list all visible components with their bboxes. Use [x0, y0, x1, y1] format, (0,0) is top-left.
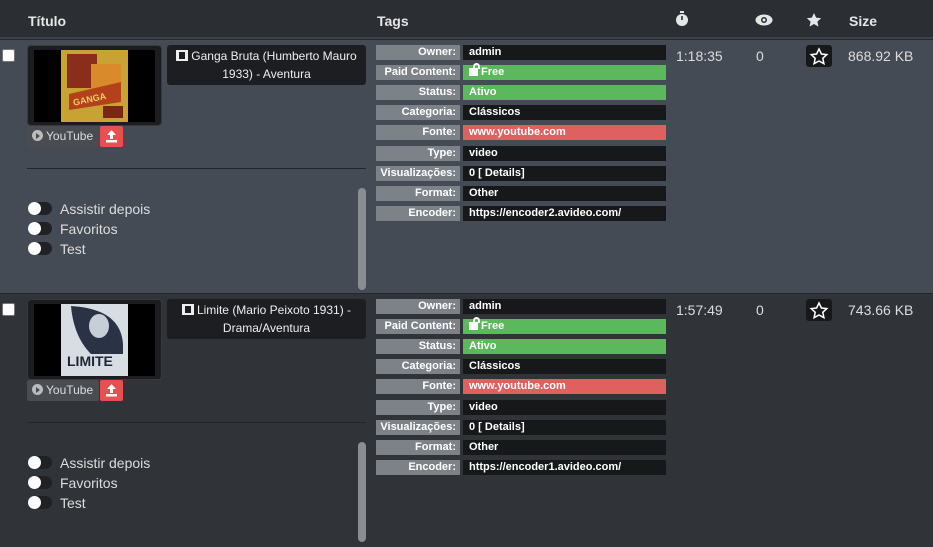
upload-icon [106, 384, 117, 397]
play-icon [32, 130, 43, 141]
column-title[interactable]: Título [28, 13, 66, 29]
file-size: 743.66 KB [848, 302, 914, 318]
duration: 1:18:35 [676, 48, 723, 64]
column-size[interactable]: Size [849, 13, 877, 29]
toggle-label: Test [60, 495, 86, 511]
toggle-label: Assistir depois [60, 455, 151, 471]
film-icon [176, 50, 189, 61]
favorite-button[interactable] [806, 45, 832, 67]
toggle-test[interactable] [28, 496, 52, 509]
upload-button[interactable] [100, 380, 123, 401]
video-title[interactable]: Ganga Bruta (Humberto Mauro 1933) - Aven… [167, 45, 366, 85]
toggle-watch-later[interactable] [28, 456, 52, 469]
toggle-label: Favoritos [60, 221, 118, 237]
toggle-label: Favoritos [60, 475, 118, 491]
video-row: LIMITE YouTube Limite (Mario Peixoto 193… [0, 293, 933, 547]
toggle-label: Test [60, 241, 86, 257]
video-title[interactable]: Limite (Mario Peixoto 1931) - Drama/Aven… [167, 299, 366, 339]
views-details-link[interactable]: 0 [ Details] [463, 166, 666, 181]
file-size: 868.92 KB [848, 48, 914, 64]
star-icon[interactable] [806, 12, 822, 31]
film-icon [181, 304, 194, 315]
unlock-icon [469, 63, 480, 76]
scrollbar[interactable] [358, 188, 366, 290]
duration: 1:57:49 [676, 302, 723, 318]
views-details-link[interactable]: 0 [ Details] [463, 420, 666, 435]
star-outline-icon [809, 301, 829, 320]
poster-image: LIMITE [61, 304, 128, 376]
video-thumbnail[interactable]: LIMITE [27, 299, 162, 380]
table-header: Título Tags Size [0, 0, 933, 39]
row-checkbox[interactable] [2, 303, 15, 316]
divider [27, 168, 366, 169]
svg-text:LIMITE: LIMITE [67, 353, 113, 369]
youtube-button[interactable]: YouTube [27, 126, 99, 147]
play-icon [32, 384, 43, 395]
row-checkbox[interactable] [2, 49, 15, 62]
youtube-button[interactable]: YouTube [27, 380, 99, 401]
video-row: GANGA YouTube Ganga Bruta (Humberto Maur… [0, 39, 933, 293]
toggle-favorites[interactable] [28, 476, 52, 489]
star-outline-icon [809, 47, 829, 66]
stopwatch-icon[interactable] [675, 11, 689, 30]
upload-button[interactable] [100, 126, 123, 147]
view-count: 0 [756, 302, 764, 318]
toggle-label: Assistir depois [60, 201, 151, 217]
video-thumbnail[interactable]: GANGA [27, 45, 162, 126]
toggle-favorites[interactable] [28, 222, 52, 235]
upload-icon [106, 130, 117, 143]
eye-icon[interactable] [755, 13, 773, 29]
scrollbar[interactable] [358, 442, 366, 542]
divider [27, 422, 366, 423]
poster-image: GANGA [61, 50, 128, 122]
view-count: 0 [756, 48, 764, 64]
unlock-icon [469, 317, 480, 330]
column-tags[interactable]: Tags [377, 13, 409, 29]
toggle-test[interactable] [28, 242, 52, 255]
favorite-button[interactable] [806, 299, 832, 321]
toggle-watch-later[interactable] [28, 202, 52, 215]
